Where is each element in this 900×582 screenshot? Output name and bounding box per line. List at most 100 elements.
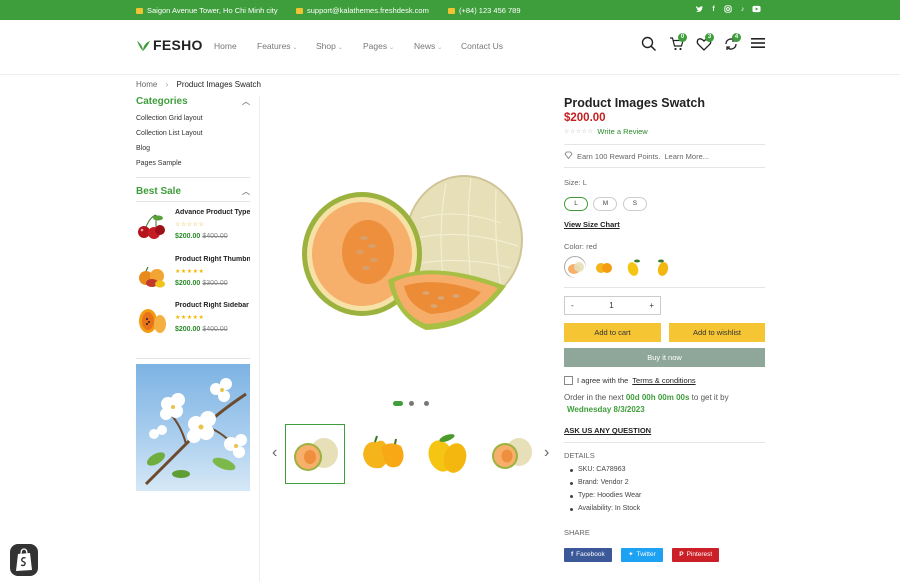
youtube-icon[interactable] [752, 5, 761, 14]
detail-type: Type: Hoodies Wear [564, 492, 765, 499]
share-twitter-button[interactable]: ✦ Twitter [621, 548, 663, 562]
category-link[interactable]: Blog [136, 145, 250, 152]
order-prefix: Order in the next [564, 393, 624, 402]
menu-hamburger-icon[interactable] [751, 36, 767, 52]
size-option[interactable]: M [593, 197, 618, 211]
breadcrumb-home[interactable]: Home [136, 80, 157, 89]
sidebar-banner-image[interactable] [136, 364, 250, 491]
category-link[interactable]: Collection Grid layout [136, 115, 250, 122]
nav-contact[interactable]: Contact Us [461, 41, 503, 51]
cart-count-badge: 0 [678, 33, 687, 42]
nav-pages[interactable]: Pages ⌄ [363, 41, 394, 51]
detail-availability: Availability: In Stock [564, 505, 765, 512]
learn-more-link[interactable]: Learn More... [664, 152, 709, 161]
phone-text[interactable]: (+84) 123 456 789 [459, 6, 521, 15]
terms-checkbox[interactable] [564, 376, 573, 385]
divider [136, 358, 250, 359]
chevron-left-icon[interactable]: ‹ [272, 444, 277, 462]
add-to-wishlist-button[interactable]: Add to wishlist [669, 323, 765, 342]
buy-now-button[interactable]: Buy it now [564, 348, 765, 367]
best-sale-product[interactable]: Product Right Thumbnail ★★★★★ $200.00$30… [136, 256, 250, 296]
chevron-right-icon[interactable]: › [544, 444, 549, 462]
chevron-up-icon[interactable]: ︿ [242, 186, 250, 197]
reward-text: Earn 100 Reward Points. [577, 151, 661, 161]
detail-value: Vendor 2 [600, 479, 629, 486]
best-sale-heading[interactable]: Best Sale ︿ [136, 186, 250, 197]
category-link[interactable]: Collection List Layout [136, 130, 250, 137]
size-chart-link[interactable]: View Size Chart [564, 220, 765, 229]
slider-dot-active[interactable] [393, 401, 403, 406]
shopify-badge[interactable] [10, 544, 38, 576]
write-review-link[interactable]: Write a Review [597, 127, 647, 136]
product-title[interactable]: Product Right Thumbnail [175, 256, 250, 263]
email-item[interactable]: support@kalathemes.freshdesk.com [296, 6, 429, 15]
compare-icon[interactable]: 4 [723, 33, 741, 52]
logo[interactable]: FESHO [136, 37, 203, 53]
price-old: $400.00 [202, 233, 228, 240]
countdown-timer: 00d 00h 00m 00s [625, 393, 690, 402]
nav-label: Contact Us [461, 41, 504, 51]
search-icon[interactable] [641, 36, 657, 52]
size-option[interactable]: S [622, 197, 647, 211]
thumbnail-mango[interactable] [417, 424, 477, 484]
detail-value: Hoodies Wear [597, 492, 642, 499]
instagram-icon[interactable] [723, 5, 732, 14]
review-row: ☆☆☆☆☆ Write a Review [564, 127, 765, 136]
nav-news[interactable]: News ⌄ [414, 41, 442, 51]
thumbnail-melon[interactable] [285, 424, 345, 484]
chevron-up-icon[interactable]: ︿ [242, 96, 250, 107]
swatch-mango[interactable] [623, 256, 645, 278]
delivery-date: Wednesday 8/3/2023 [567, 405, 645, 414]
cart-icon[interactable]: 0 [669, 33, 687, 52]
product-title[interactable]: Product Right Sidebar [175, 302, 250, 309]
qty-plus-button[interactable]: + [649, 301, 654, 310]
price-old: $300.00 [202, 280, 228, 287]
product-main-image[interactable] [296, 168, 526, 338]
swatch-pepper[interactable] [593, 256, 615, 278]
qty-minus-button[interactable]: - [571, 301, 574, 310]
share-label: Facebook [576, 551, 605, 558]
thumbnail-melon-2[interactable] [481, 424, 541, 484]
qty-value[interactable]: 1 [609, 301, 613, 310]
facebook-icon: f [571, 551, 574, 558]
ask-question-link[interactable]: ASK US ANY QUESTION [564, 426, 765, 435]
price-now: $200.00 [175, 233, 201, 240]
share-title: SHARE [564, 528, 590, 537]
add-to-cart-button[interactable]: Add to cart [564, 323, 661, 342]
size-label: Size: L [564, 178, 587, 187]
twitter-icon[interactable] [695, 5, 704, 14]
best-sale-product[interactable]: Advance Product Type ☆☆☆☆☆ $200.00 $400.0… [136, 209, 250, 249]
nav-shop[interactable]: Shop ⌄ [316, 41, 343, 51]
wishlist-count-badge: 3 [705, 33, 714, 42]
swatch-mango-2[interactable] [652, 256, 674, 278]
product-price: $200.00 $300.00 [175, 280, 228, 287]
swatch-melon[interactable] [564, 256, 586, 278]
tiktok-icon[interactable]: ♪ [738, 5, 747, 14]
categories-title: Categories [136, 96, 188, 107]
email-text[interactable]: support@kalathemes.freshdesk.com [307, 6, 429, 15]
phone-item[interactable]: (+84) 123 456 789 [448, 6, 521, 15]
nav-label: News [414, 41, 436, 51]
slider-dot[interactable] [409, 401, 414, 406]
breadcrumb-separator: › [165, 80, 169, 89]
nav-home[interactable]: Home [214, 41, 237, 51]
facebook-icon[interactable]: f [709, 5, 718, 14]
product-title[interactable]: Advance Product Type [175, 209, 250, 216]
best-sale-product[interactable]: Product Right Sidebar ★★★★★ $200.00 $400.… [136, 302, 250, 342]
slider-dot[interactable] [424, 401, 429, 406]
terms-link[interactable]: Terms & conditions [632, 376, 695, 385]
share-pinterest-button[interactable]: P Pinterest [672, 548, 720, 562]
quantity-stepper[interactable]: - 1 + [564, 296, 661, 315]
product-price: $200.00 [564, 112, 606, 124]
leaf-logo-icon [137, 40, 150, 51]
share-label: Twitter [636, 551, 656, 558]
category-link[interactable]: Pages Sample [136, 160, 250, 167]
categories-heading[interactable]: Categories ︿ [136, 96, 250, 107]
size-option[interactable]: L [564, 197, 588, 211]
share-facebook-button[interactable]: f Facebook [564, 548, 612, 562]
wishlist-heart-icon[interactable]: 3 [696, 33, 714, 52]
pinterest-icon: P [679, 551, 684, 558]
rating-stars: ★★★★★ [175, 269, 205, 275]
nav-features[interactable]: Features ⌄ [257, 41, 298, 51]
thumbnail-yellow-pepper[interactable] [353, 424, 413, 484]
